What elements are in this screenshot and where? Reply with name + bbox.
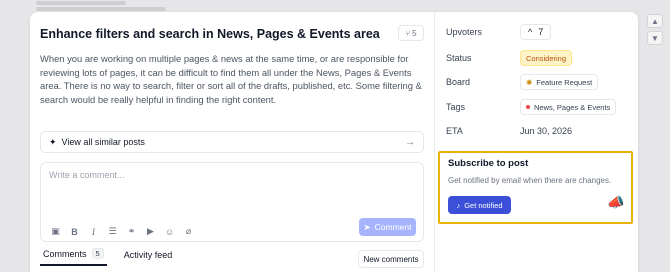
image-icon[interactable]: ▣ bbox=[51, 226, 60, 237]
merged-count: 5 bbox=[412, 28, 417, 38]
tab-activity-label: Activity feed bbox=[123, 249, 173, 260]
emoji-icon[interactable]: ☺ bbox=[165, 227, 174, 237]
view-similar-posts-button[interactable]: ✦ View all similar posts → bbox=[40, 131, 424, 153]
upvoters-row: Upvoters ^ 7 bbox=[446, 23, 631, 41]
link-icon[interactable]: ⚭ bbox=[127, 226, 136, 237]
board-label: Board bbox=[446, 77, 471, 87]
upvoters-label: Upvoters bbox=[446, 27, 483, 37]
comments-count-badge: 5 bbox=[91, 248, 104, 259]
post-sidebar: Upvoters ^ 7 Status Considering Board ✺ … bbox=[434, 12, 638, 272]
eta-label: ETA bbox=[446, 126, 463, 136]
chevron-up-icon: ^ bbox=[528, 27, 533, 37]
tab-comments-label: Comments bbox=[43, 248, 87, 259]
board-value: Feature Request bbox=[536, 77, 593, 87]
tag-dot-icon bbox=[526, 105, 530, 109]
scroll-down-button[interactable]: ▼ bbox=[647, 31, 663, 45]
get-notified-button[interactable]: ♪ Get notified bbox=[448, 196, 511, 214]
comment-tabs: Comments 5 Activity feed bbox=[40, 248, 175, 266]
comment-submit-button[interactable]: ➤ Comment bbox=[359, 218, 416, 236]
merge-icon: ⑂ bbox=[405, 28, 411, 38]
comment-editor[interactable]: Write a comment... ▣ B I ☰ ⚭ ▶ ☺ ⌀ ➤ Com… bbox=[40, 162, 424, 242]
scroll-up-button[interactable]: ▲ bbox=[647, 14, 663, 28]
post-title: Enhance filters and search in News, Page… bbox=[40, 27, 380, 41]
tab-activity-feed[interactable]: Activity feed bbox=[121, 250, 176, 265]
post-description: When you are working on multiple pages &… bbox=[40, 53, 422, 105]
post-main-panel: Enhance filters and search in News, Page… bbox=[30, 12, 434, 272]
tag-badge[interactable]: News, Pages & Events bbox=[520, 99, 617, 115]
background-text-line bbox=[36, 7, 166, 11]
merged-count-badge[interactable]: ⑂ 5 bbox=[398, 25, 424, 41]
video-icon[interactable]: ▶ bbox=[146, 226, 155, 237]
subscribe-description: Get notified by email when there are cha… bbox=[448, 176, 612, 185]
comment-toolbar: ▣ B I ☰ ⚭ ▶ ☺ ⌀ bbox=[51, 226, 193, 237]
list-icon[interactable]: ☰ bbox=[108, 226, 117, 237]
status-row: Status Considering bbox=[446, 49, 631, 67]
view-similar-posts-label: View all similar posts bbox=[61, 137, 145, 147]
send-icon: ➤ bbox=[363, 221, 371, 232]
background-text-line bbox=[36, 1, 126, 5]
tags-label: Tags bbox=[446, 102, 466, 112]
comment-input[interactable]: Write a comment... bbox=[49, 170, 124, 180]
tab-comments[interactable]: Comments 5 bbox=[40, 248, 107, 266]
tags-row: Tags News, Pages & Events bbox=[446, 98, 631, 116]
bold-icon[interactable]: B bbox=[70, 227, 79, 237]
eta-value[interactable]: Jun 30, 2026 bbox=[520, 126, 572, 136]
get-notified-label: Get notified bbox=[464, 200, 503, 210]
lightbulb-icon: ✺ bbox=[526, 77, 533, 87]
subscribe-title: Subscribe to post bbox=[448, 158, 529, 169]
italic-icon[interactable]: I bbox=[89, 227, 98, 237]
upvote-button[interactable]: ^ 7 bbox=[520, 24, 552, 40]
tag-value: News, Pages & Events bbox=[534, 102, 611, 112]
bell-icon: ♪ bbox=[456, 200, 461, 210]
megaphone-icon: 📣 bbox=[607, 194, 625, 210]
board-row: Board ✺ Feature Request bbox=[446, 73, 631, 91]
sparkle-icon: ✦ bbox=[49, 136, 57, 147]
board-badge[interactable]: ✺ Feature Request bbox=[520, 74, 599, 90]
subscribe-panel: Subscribe to post Get notified by email … bbox=[438, 151, 633, 224]
arrow-right-icon: → bbox=[405, 136, 415, 148]
eta-row: ETA Jun 30, 2026 bbox=[446, 122, 631, 140]
new-comments-sort-button[interactable]: New comments bbox=[358, 250, 424, 268]
post-modal: Enhance filters and search in News, Page… bbox=[30, 12, 638, 272]
comment-submit-label: Comment bbox=[374, 222, 412, 232]
status-badge[interactable]: Considering bbox=[520, 50, 573, 66]
attachment-icon[interactable]: ⌀ bbox=[184, 226, 193, 237]
upvote-count: 7 bbox=[538, 27, 544, 37]
status-label: Status bbox=[446, 53, 472, 63]
